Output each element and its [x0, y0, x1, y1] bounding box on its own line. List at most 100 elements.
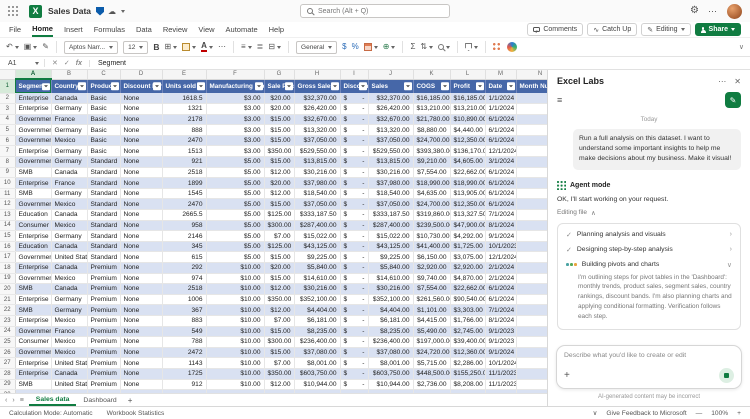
grid-cell[interactable]: $6,150.00 [413, 251, 451, 263]
grid-cell[interactable]: Germany [51, 188, 88, 200]
grid-cell[interactable]: 6/1/2024 [485, 283, 517, 295]
grid-cell[interactable]: $10.00 [206, 315, 265, 327]
grid-cell[interactable]: $8,208.00 [450, 379, 486, 391]
grid-cell[interactable]: $15.00 [264, 156, 295, 168]
grid-cell[interactable]: $10.00 [206, 368, 265, 380]
grid-cell[interactable]: $ - [340, 241, 369, 253]
grid-cell[interactable]: 1618.5 [162, 93, 207, 105]
grid-cell[interactable]: 6 [516, 114, 547, 126]
grid-cell[interactable]: $333,187.50 [368, 209, 414, 221]
grid-cell[interactable]: SMB [15, 304, 52, 316]
grid-cell[interactable]: $7,554.00 [413, 167, 451, 179]
filter-button[interactable] [197, 82, 205, 90]
grid-cell[interactable]: Germany [51, 103, 88, 115]
panel-close-icon[interactable]: ✕ [734, 77, 741, 86]
grid-cell[interactable]: $3,075.00 [450, 251, 486, 263]
grid-cell[interactable]: None [120, 283, 163, 295]
grid-cell[interactable]: 6/1/2024 [485, 114, 517, 126]
column-label-G[interactable]: G [264, 70, 295, 80]
status-item[interactable]: Calculation Mode: Automatic [9, 410, 93, 417]
grid-cell[interactable]: 3 [516, 156, 547, 168]
more-formatting-button[interactable]: ⋯ [218, 43, 226, 51]
grid-cell[interactable]: 9/1/2023 [485, 326, 517, 338]
grid-cell[interactable]: $1,725.00 [450, 241, 486, 253]
grid-cell[interactable]: $5.00 [206, 167, 265, 179]
grid-cell[interactable]: $333,187.50 [294, 209, 341, 221]
grid-cell[interactable]: $13,320.00 [294, 124, 341, 136]
grid-cell[interactable]: $4,415.00 [413, 315, 451, 327]
grid-cell[interactable]: $15.00 [264, 135, 295, 147]
grid-cell[interactable]: Standard [87, 220, 121, 232]
row-number-18[interactable]: 18 [0, 262, 16, 274]
grid-cell[interactable]: $10.00 [206, 304, 265, 316]
grid-cell[interactable]: $ - [340, 273, 369, 285]
grid-cell[interactable]: $20.00 [264, 93, 295, 105]
feedback-link[interactable]: Give Feedback to Microsoft [606, 410, 686, 417]
grid-cell[interactable]: $39,400.00 [450, 336, 486, 348]
column-header-date[interactable]: Date [485, 79, 517, 93]
search-input[interactable]: Search (Alt + Q) [300, 4, 450, 18]
grid-cell[interactable]: Standard [87, 209, 121, 221]
grid-cell[interactable]: $1,101.00 [413, 304, 451, 316]
grid-cell[interactable]: Government [15, 347, 52, 359]
grid-cell[interactable]: Standard [87, 251, 121, 263]
grid-cell[interactable]: Enterprise [15, 262, 52, 274]
grid-cell[interactable]: $4,292.00 [450, 230, 486, 242]
filter-button[interactable] [404, 82, 412, 90]
grid-cell[interactable]: France [51, 114, 88, 126]
sensitivity-shield-icon[interactable] [96, 6, 104, 16]
add-sheet-button[interactable]: + [128, 396, 133, 405]
grid-cell[interactable]: 6 [516, 283, 547, 295]
grid-cell[interactable]: $8,001.00 [368, 357, 414, 369]
font-size-select[interactable]: 12 [123, 40, 149, 54]
grid-cell[interactable]: None [120, 124, 163, 136]
grid-cell[interactable]: 7/1/2024 [485, 209, 517, 221]
column-header-month-number[interactable]: Month Number [516, 79, 547, 93]
grid-cell[interactable]: 6 [516, 177, 547, 189]
grid-cell[interactable]: $4,404.00 [368, 304, 414, 316]
grid-cell[interactable]: 888 [162, 124, 207, 136]
grid-cell[interactable]: Premium [87, 379, 121, 391]
grid-cell[interactable]: Standard [87, 188, 121, 200]
row-number-29[interactable]: 29 [0, 379, 16, 391]
grid-cell[interactable]: $6,181.00 [294, 315, 341, 327]
grid-cell[interactable]: $4,605.00 [450, 156, 486, 168]
grid-cell[interactable]: $90,540.00 [450, 294, 486, 306]
row-number-28[interactable]: 28 [0, 368, 16, 380]
font-color-button[interactable]: A [201, 42, 213, 52]
grid-cell[interactable]: $ - [340, 93, 369, 105]
grid-cell[interactable]: $3.00 [206, 114, 265, 126]
grid-cell[interactable]: None [120, 145, 163, 158]
grid-cell[interactable]: $ - [340, 294, 369, 306]
grid-cell[interactable]: 12/1/2024 [485, 251, 517, 263]
grid-cell[interactable]: None [120, 114, 163, 126]
settings-gear-icon[interactable]: ⚙ [690, 6, 699, 16]
sort-filter-button[interactable]: ⇅ [420, 43, 434, 51]
grid-cell[interactable]: Mexico [51, 336, 88, 348]
grid-cell[interactable]: $9,225.00 [294, 251, 341, 263]
grid-cell[interactable]: $37,050.00 [294, 135, 341, 147]
column-label-I[interactable]: I [340, 70, 369, 80]
column-label-L[interactable]: L [450, 70, 486, 80]
grid-cell[interactable]: 2178 [162, 114, 207, 126]
grid-cell[interactable]: Premium [87, 294, 121, 306]
grid-cell[interactable]: 912 [162, 379, 207, 391]
column-label-J[interactable]: J [368, 70, 414, 80]
row-number-25[interactable]: 25 [0, 336, 16, 348]
grid-cell[interactable]: $20.00 [264, 262, 295, 274]
insert-chart-button[interactable]: ⊕ [383, 43, 396, 51]
grid-cell[interactable]: Consumer [15, 336, 52, 348]
grid-cell[interactable]: $ - [340, 209, 369, 221]
grid-cell[interactable]: 6 [516, 167, 547, 179]
grid-cell[interactable]: 6/1/2024 [485, 124, 517, 136]
grid-cell[interactable]: $15,022.00 [294, 230, 341, 242]
grid-cell[interactable]: $3.00 [206, 124, 265, 136]
grid-cell[interactable]: $15.00 [264, 347, 295, 359]
grid-cell[interactable]: 9/1/2024 [485, 347, 517, 359]
grid-cell[interactable]: 1006 [162, 294, 207, 306]
grid-cell[interactable]: Germany [51, 304, 88, 316]
grid-cell[interactable]: $15.00 [264, 251, 295, 263]
percent-format-button[interactable]: % [352, 43, 359, 51]
grid-cell[interactable]: $4,870.00 [450, 273, 486, 285]
grid-cell[interactable]: Enterprise [15, 315, 52, 327]
